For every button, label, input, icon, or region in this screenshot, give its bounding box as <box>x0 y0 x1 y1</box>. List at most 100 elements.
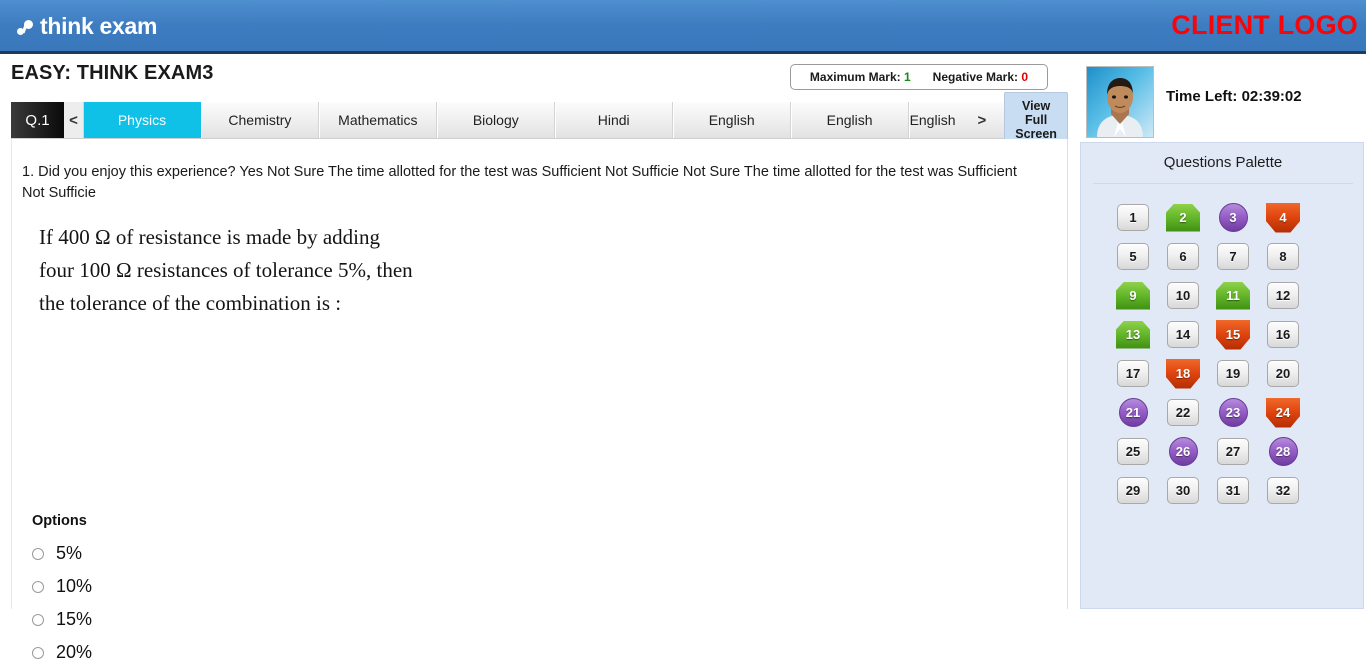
option-label: 15% <box>56 609 92 630</box>
question-body-line-1: If 400 Ω of resistance is made by adding <box>39 221 659 254</box>
options-heading: Options <box>32 513 87 529</box>
palette-cell: 17 <box>1108 354 1158 393</box>
negative-mark: Negative Mark: 0 <box>933 70 1028 84</box>
palette-cell: 13 <box>1108 315 1158 354</box>
palette-question-21[interactable]: 21 <box>1119 398 1148 427</box>
palette-question-12[interactable]: 12 <box>1267 282 1299 309</box>
option-label: 10% <box>56 576 92 597</box>
questions-palette-title: Questions Palette <box>1081 154 1365 171</box>
tab-english-3[interactable]: English <box>910 112 978 128</box>
palette-question-31[interactable]: 31 <box>1217 477 1249 504</box>
palette-question-4[interactable]: 4 <box>1266 203 1300 233</box>
palette-question-32[interactable]: 32 <box>1267 477 1299 504</box>
think-exam-logo-icon <box>16 17 36 37</box>
palette-question-2[interactable]: 2 <box>1166 204 1200 232</box>
palette-question-19[interactable]: 19 <box>1217 360 1249 387</box>
radio-icon[interactable] <box>32 614 44 626</box>
prev-subject-arrow-icon[interactable]: < <box>64 102 84 138</box>
palette-cell: 4 <box>1258 198 1308 237</box>
palette-cell: 5 <box>1108 237 1158 276</box>
palette-cell: 15 <box>1208 315 1258 354</box>
time-left-label: Time Left: 02:39:02 <box>1166 88 1302 105</box>
question-number-badge: Q.1 <box>11 102 64 138</box>
tab-hindi[interactable]: Hindi <box>555 102 673 138</box>
tab-english-1[interactable]: English <box>673 102 791 138</box>
palette-cell: 10 <box>1158 276 1208 315</box>
option-row[interactable]: 10% <box>32 570 92 603</box>
palette-cell: 8 <box>1258 237 1308 276</box>
palette-question-14[interactable]: 14 <box>1167 321 1199 348</box>
palette-question-11[interactable]: 11 <box>1216 282 1250 310</box>
palette-cell: 29 <box>1108 471 1158 510</box>
option-row[interactable]: 5% <box>32 537 92 570</box>
palette-question-15[interactable]: 15 <box>1216 320 1250 350</box>
radio-icon[interactable] <box>32 647 44 659</box>
palette-cell: 23 <box>1208 393 1258 432</box>
option-label: 20% <box>56 642 92 663</box>
tab-english-3-group: English > View Full Screen <box>909 102 1068 138</box>
questions-palette-panel: Questions Palette 1234567891011121314151… <box>1080 142 1364 609</box>
palette-question-24[interactable]: 24 <box>1266 398 1300 428</box>
palette-cell: 26 <box>1158 432 1208 471</box>
radio-icon[interactable] <box>32 548 44 560</box>
palette-cell: 22 <box>1158 393 1208 432</box>
page-title: EASY: THINK EXAM3 <box>11 62 213 85</box>
option-row[interactable]: 15% <box>32 603 92 636</box>
maximum-mark-label: Maximum Mark: <box>810 70 901 84</box>
palette-cell: 16 <box>1258 315 1308 354</box>
palette-cell: 11 <box>1208 276 1258 315</box>
questions-palette-grid: 1234567891011121314151617181920212223242… <box>1108 198 1308 510</box>
palette-question-17[interactable]: 17 <box>1117 360 1149 387</box>
palette-question-18[interactable]: 18 <box>1166 359 1200 389</box>
palette-question-25[interactable]: 25 <box>1117 438 1149 465</box>
palette-question-26[interactable]: 26 <box>1169 437 1198 466</box>
palette-question-22[interactable]: 22 <box>1167 399 1199 426</box>
palette-question-7[interactable]: 7 <box>1217 243 1249 270</box>
palette-question-5[interactable]: 5 <box>1117 243 1149 270</box>
palette-question-16[interactable]: 16 <box>1267 321 1299 348</box>
question-prompt-text: 1. Did you enjoy this experience? Yes No… <box>22 162 1030 204</box>
maximum-mark: Maximum Mark: 1 <box>810 70 911 84</box>
tab-physics[interactable]: Physics <box>84 102 201 138</box>
palette-cell: 21 <box>1108 393 1158 432</box>
negative-mark-label: Negative Mark: <box>933 70 1018 84</box>
palette-cell: 30 <box>1158 471 1208 510</box>
palette-cell: 32 <box>1258 471 1308 510</box>
right-panel: Time Left: 02:39:02 Questions Palette 12… <box>1078 54 1366 609</box>
client-logo: CLIENT LOGO <box>1171 10 1358 41</box>
palette-question-20[interactable]: 20 <box>1267 360 1299 387</box>
palette-question-8[interactable]: 8 <box>1267 243 1299 270</box>
brand-name: think exam <box>40 13 157 40</box>
palette-question-10[interactable]: 10 <box>1167 282 1199 309</box>
marks-info-box: Maximum Mark: 1 Negative Mark: 0 <box>790 64 1048 90</box>
tab-mathematics[interactable]: Mathematics <box>319 102 437 138</box>
palette-question-9[interactable]: 9 <box>1116 282 1150 310</box>
palette-question-1[interactable]: 1 <box>1117 204 1149 231</box>
palette-question-27[interactable]: 27 <box>1217 438 1249 465</box>
palette-cell: 2 <box>1158 198 1208 237</box>
palette-question-30[interactable]: 30 <box>1167 477 1199 504</box>
option-row[interactable]: 20% <box>32 636 92 669</box>
option-label: 5% <box>56 543 82 564</box>
tab-english-2[interactable]: English <box>791 102 909 138</box>
brand-logo[interactable]: think exam <box>16 13 157 40</box>
palette-question-23[interactable]: 23 <box>1219 398 1248 427</box>
palette-question-3[interactable]: 3 <box>1219 203 1248 232</box>
palette-cell: 18 <box>1158 354 1208 393</box>
maximum-mark-value: 1 <box>904 70 911 84</box>
next-subject-arrow-icon[interactable]: > <box>977 112 1004 129</box>
palette-cell: 19 <box>1208 354 1258 393</box>
palette-question-28[interactable]: 28 <box>1269 437 1298 466</box>
palette-cell: 7 <box>1208 237 1258 276</box>
palette-cell: 31 <box>1208 471 1258 510</box>
palette-question-29[interactable]: 29 <box>1117 477 1149 504</box>
radio-icon[interactable] <box>32 581 44 593</box>
tab-biology[interactable]: Biology <box>437 102 555 138</box>
question-pane: 1. Did you enjoy this experience? Yes No… <box>11 139 1068 609</box>
candidate-portrait-icon <box>1087 67 1153 137</box>
palette-question-13[interactable]: 13 <box>1116 321 1150 349</box>
tab-chemistry[interactable]: Chemistry <box>201 102 319 138</box>
palette-cell: 3 <box>1208 198 1258 237</box>
palette-cell: 28 <box>1258 432 1308 471</box>
palette-question-6[interactable]: 6 <box>1167 243 1199 270</box>
